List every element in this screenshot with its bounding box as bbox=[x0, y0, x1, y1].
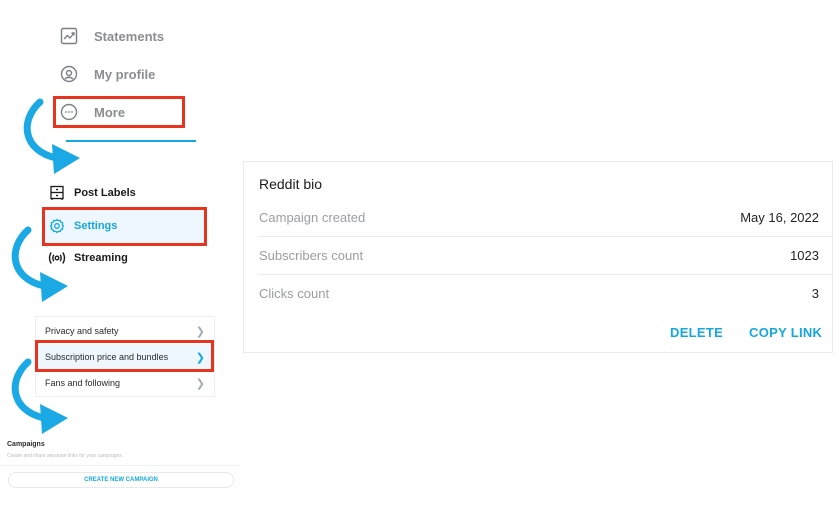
menu-item-post-labels[interactable]: Post Labels bbox=[48, 183, 136, 203]
divider bbox=[0, 465, 240, 466]
arrow-head bbox=[40, 272, 68, 302]
campaign-created-label: Campaign created bbox=[259, 210, 366, 225]
arrow-head bbox=[40, 404, 68, 434]
copy-link-button[interactable]: COPY LINK bbox=[749, 325, 822, 340]
clicks-count-label: Clicks count bbox=[259, 286, 330, 301]
row-divider bbox=[258, 274, 833, 275]
chevron-right-icon: ❯ bbox=[195, 325, 205, 338]
create-new-campaign-button[interactable]: CREATE NEW CAMPAIGN bbox=[8, 472, 234, 488]
chevron-right-icon: ❯ bbox=[195, 377, 205, 390]
chart-line-icon bbox=[60, 27, 78, 45]
delete-button[interactable]: DELETE bbox=[670, 325, 723, 340]
campaigns-subtitle: Create and share separate links for your… bbox=[7, 453, 124, 459]
list-item-label: Privacy and safety bbox=[45, 326, 119, 336]
arrow-head bbox=[52, 144, 80, 174]
drawer-icon bbox=[48, 184, 66, 202]
row-divider bbox=[258, 236, 833, 237]
arrow-icon bbox=[11, 226, 68, 302]
campaigns-title: Campaigns bbox=[7, 441, 45, 448]
clicks-count-value: 3 bbox=[811, 286, 819, 301]
profile-icon bbox=[60, 65, 78, 83]
nav-item-label: Statements bbox=[94, 28, 165, 44]
nav-item-my-profile[interactable]: My profile bbox=[60, 61, 155, 87]
subscribers-count-value: 1023 bbox=[790, 248, 819, 263]
campaign-title: Reddit bio bbox=[259, 176, 323, 192]
arrow-icon bbox=[11, 358, 68, 434]
arrow-icon bbox=[23, 98, 80, 174]
campaign-created-value: May 16, 2022 bbox=[740, 210, 819, 225]
menu-item-label: Post Labels bbox=[74, 187, 136, 199]
menu-item-label: Streaming bbox=[74, 252, 128, 264]
nav-item-statements[interactable]: Statements bbox=[60, 23, 164, 49]
nav-item-label: My profile bbox=[94, 66, 156, 82]
subscribers-count-label: Subscribers count bbox=[259, 248, 364, 263]
